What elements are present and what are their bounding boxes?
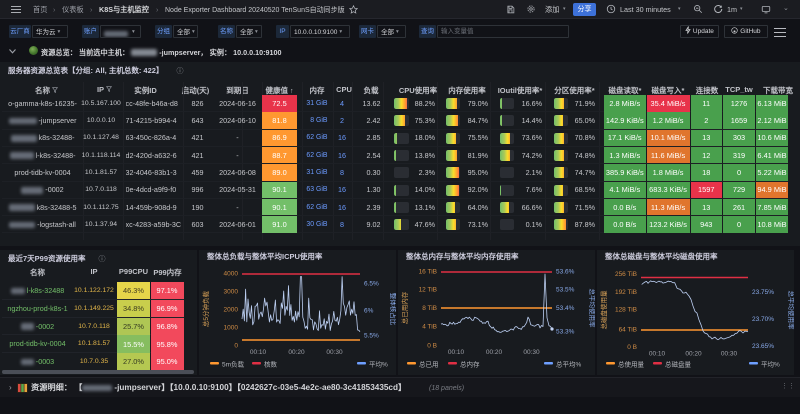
svg-text:00:20: 00:20 bbox=[685, 351, 702, 358]
svg-text:0 B: 0 B bbox=[627, 344, 637, 351]
svg-text:3000: 3000 bbox=[224, 289, 239, 296]
svg-text:00:20: 00:20 bbox=[288, 349, 305, 356]
svg-text:00:30: 00:30 bbox=[721, 351, 738, 358]
svg-text:总平均使用率: 总平均使用率 bbox=[588, 289, 595, 329]
svg-text:整体核占比: 整体核占比 bbox=[389, 293, 396, 326]
svg-text:128 TiB: 128 TiB bbox=[615, 307, 637, 314]
svg-text:00:10: 00:10 bbox=[448, 349, 465, 356]
svg-text:53.4%: 53.4% bbox=[556, 305, 575, 312]
svg-text:总使用量: 总使用量 bbox=[618, 360, 645, 369]
svg-text:总已用内存: 总已用内存 bbox=[400, 291, 409, 324]
svg-text:6%: 6% bbox=[364, 308, 374, 315]
svg-text:总已用: 总已用 bbox=[419, 360, 439, 369]
svg-text:53.6%: 53.6% bbox=[556, 269, 575, 276]
svg-text:00:10: 00:10 bbox=[649, 351, 666, 358]
svg-text:总平均%: 总平均% bbox=[556, 360, 582, 369]
svg-text:0: 0 bbox=[234, 343, 238, 350]
svg-text:总内存: 总内存 bbox=[460, 360, 480, 369]
svg-text:12 TiB: 12 TiB bbox=[419, 287, 437, 294]
svg-text:53.3%: 53.3% bbox=[556, 329, 575, 336]
svg-text:00:20: 00:20 bbox=[486, 349, 503, 356]
svg-text:核数: 核数 bbox=[264, 360, 278, 369]
svg-text:00:30: 00:30 bbox=[326, 349, 343, 356]
svg-text:总5分钟负载: 总5分钟负载 bbox=[201, 290, 210, 327]
svg-text:平均%: 平均% bbox=[369, 360, 388, 369]
svg-text:23.65%: 23.65% bbox=[752, 343, 774, 350]
svg-text:00:10: 00:10 bbox=[250, 349, 267, 356]
svg-text:4000: 4000 bbox=[224, 271, 239, 278]
svg-text:整体总内存与整体平均内存使用率: 整体总内存与整体平均内存使用率 bbox=[406, 251, 519, 261]
svg-text:8 TiB: 8 TiB bbox=[422, 305, 437, 312]
svg-text:0 B: 0 B bbox=[427, 343, 437, 350]
svg-text:00:30: 00:30 bbox=[523, 349, 540, 356]
svg-text:23.70%: 23.70% bbox=[752, 316, 774, 323]
svg-text:53.5%: 53.5% bbox=[556, 287, 575, 294]
svg-text:4 TiB: 4 TiB bbox=[422, 324, 437, 331]
svg-text:总磁盘使用量: 总磁盘使用量 bbox=[599, 290, 608, 330]
svg-text:16 TiB: 16 TiB bbox=[419, 269, 437, 276]
svg-text:整体总磁盘与整体平均磁盘使用率: 整体总磁盘与整体平均磁盘使用率 bbox=[605, 251, 718, 261]
svg-text:整体总负载与整体平均ICPU使用率: 整体总负载与整体平均ICPU使用率 bbox=[207, 251, 323, 261]
svg-text:总磁盘量: 总磁盘量 bbox=[665, 360, 692, 369]
svg-text:5m负载: 5m负载 bbox=[222, 360, 245, 369]
svg-text:192 TiB: 192 TiB bbox=[615, 289, 637, 296]
svg-text:6.5%: 6.5% bbox=[364, 281, 379, 288]
svg-text:2000: 2000 bbox=[224, 307, 239, 314]
svg-text:23.75%: 23.75% bbox=[752, 289, 774, 296]
svg-text:5.5%: 5.5% bbox=[364, 333, 379, 340]
svg-text:总平均使用率: 总平均使用率 bbox=[787, 291, 794, 331]
svg-text:64 TiB: 64 TiB bbox=[619, 327, 637, 334]
svg-text:1000: 1000 bbox=[224, 325, 239, 332]
svg-text:256 TiB: 256 TiB bbox=[615, 271, 637, 278]
svg-text:平均%: 平均% bbox=[761, 360, 780, 369]
